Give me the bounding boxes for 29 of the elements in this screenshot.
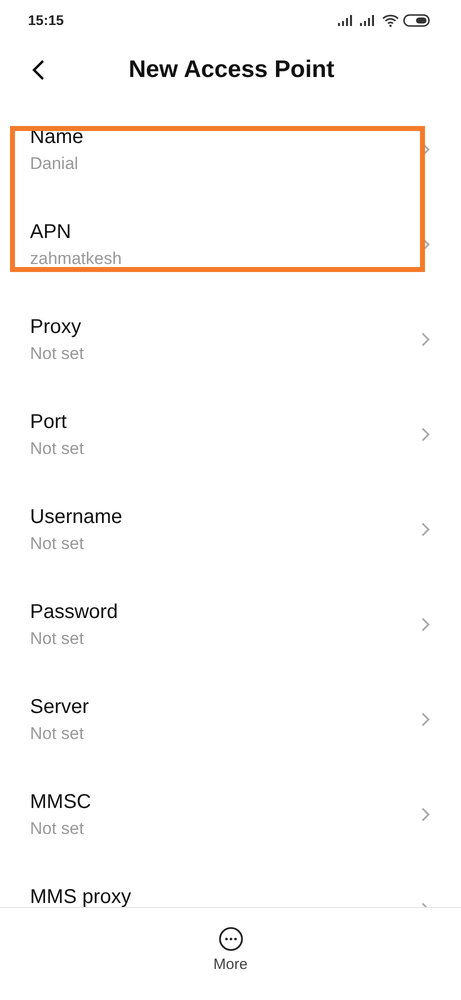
setting-value: Not set <box>30 628 85 650</box>
setting-label: Name <box>30 125 84 150</box>
setting-value: Not set <box>30 533 85 555</box>
setting-row[interactable]: APN zahmatkesh <box>0 203 461 298</box>
setting-label: Port <box>30 410 68 435</box>
setting-row[interactable]: MMSC Not set <box>0 773 461 868</box>
setting-value: Not set <box>30 438 85 460</box>
setting-label: MMS proxy <box>30 885 132 907</box>
setting-row[interactable]: Port Not set <box>0 393 461 488</box>
setting-label: Server <box>30 695 90 720</box>
setting-value: Danial <box>30 153 80 175</box>
setting-label: Username <box>30 505 124 530</box>
status-time: 15:15 <box>28 12 64 28</box>
setting-value: Not set <box>30 818 85 840</box>
more-button[interactable]: More <box>205 908 256 1000</box>
setting-label: Proxy <box>30 315 82 340</box>
setting-row[interactable]: Proxy Not set <box>0 298 461 393</box>
setting-row[interactable]: Name Danial <box>0 108 461 203</box>
setting-row[interactable]: Password Not set <box>0 583 461 678</box>
setting-label: MMSC <box>30 790 92 815</box>
page-title: New Access Point <box>128 56 336 84</box>
setting-value: Not set <box>30 343 85 365</box>
setting-value: zahmatkesh <box>30 248 123 270</box>
setting-value: Not set <box>30 723 85 745</box>
setting-row[interactable]: MMS proxy <box>0 868 461 907</box>
setting-label: APN <box>30 220 72 245</box>
setting-label: Password <box>30 600 119 625</box>
setting-row[interactable]: Username Not set <box>0 488 461 583</box>
setting-row[interactable]: Server Not set <box>0 678 461 773</box>
